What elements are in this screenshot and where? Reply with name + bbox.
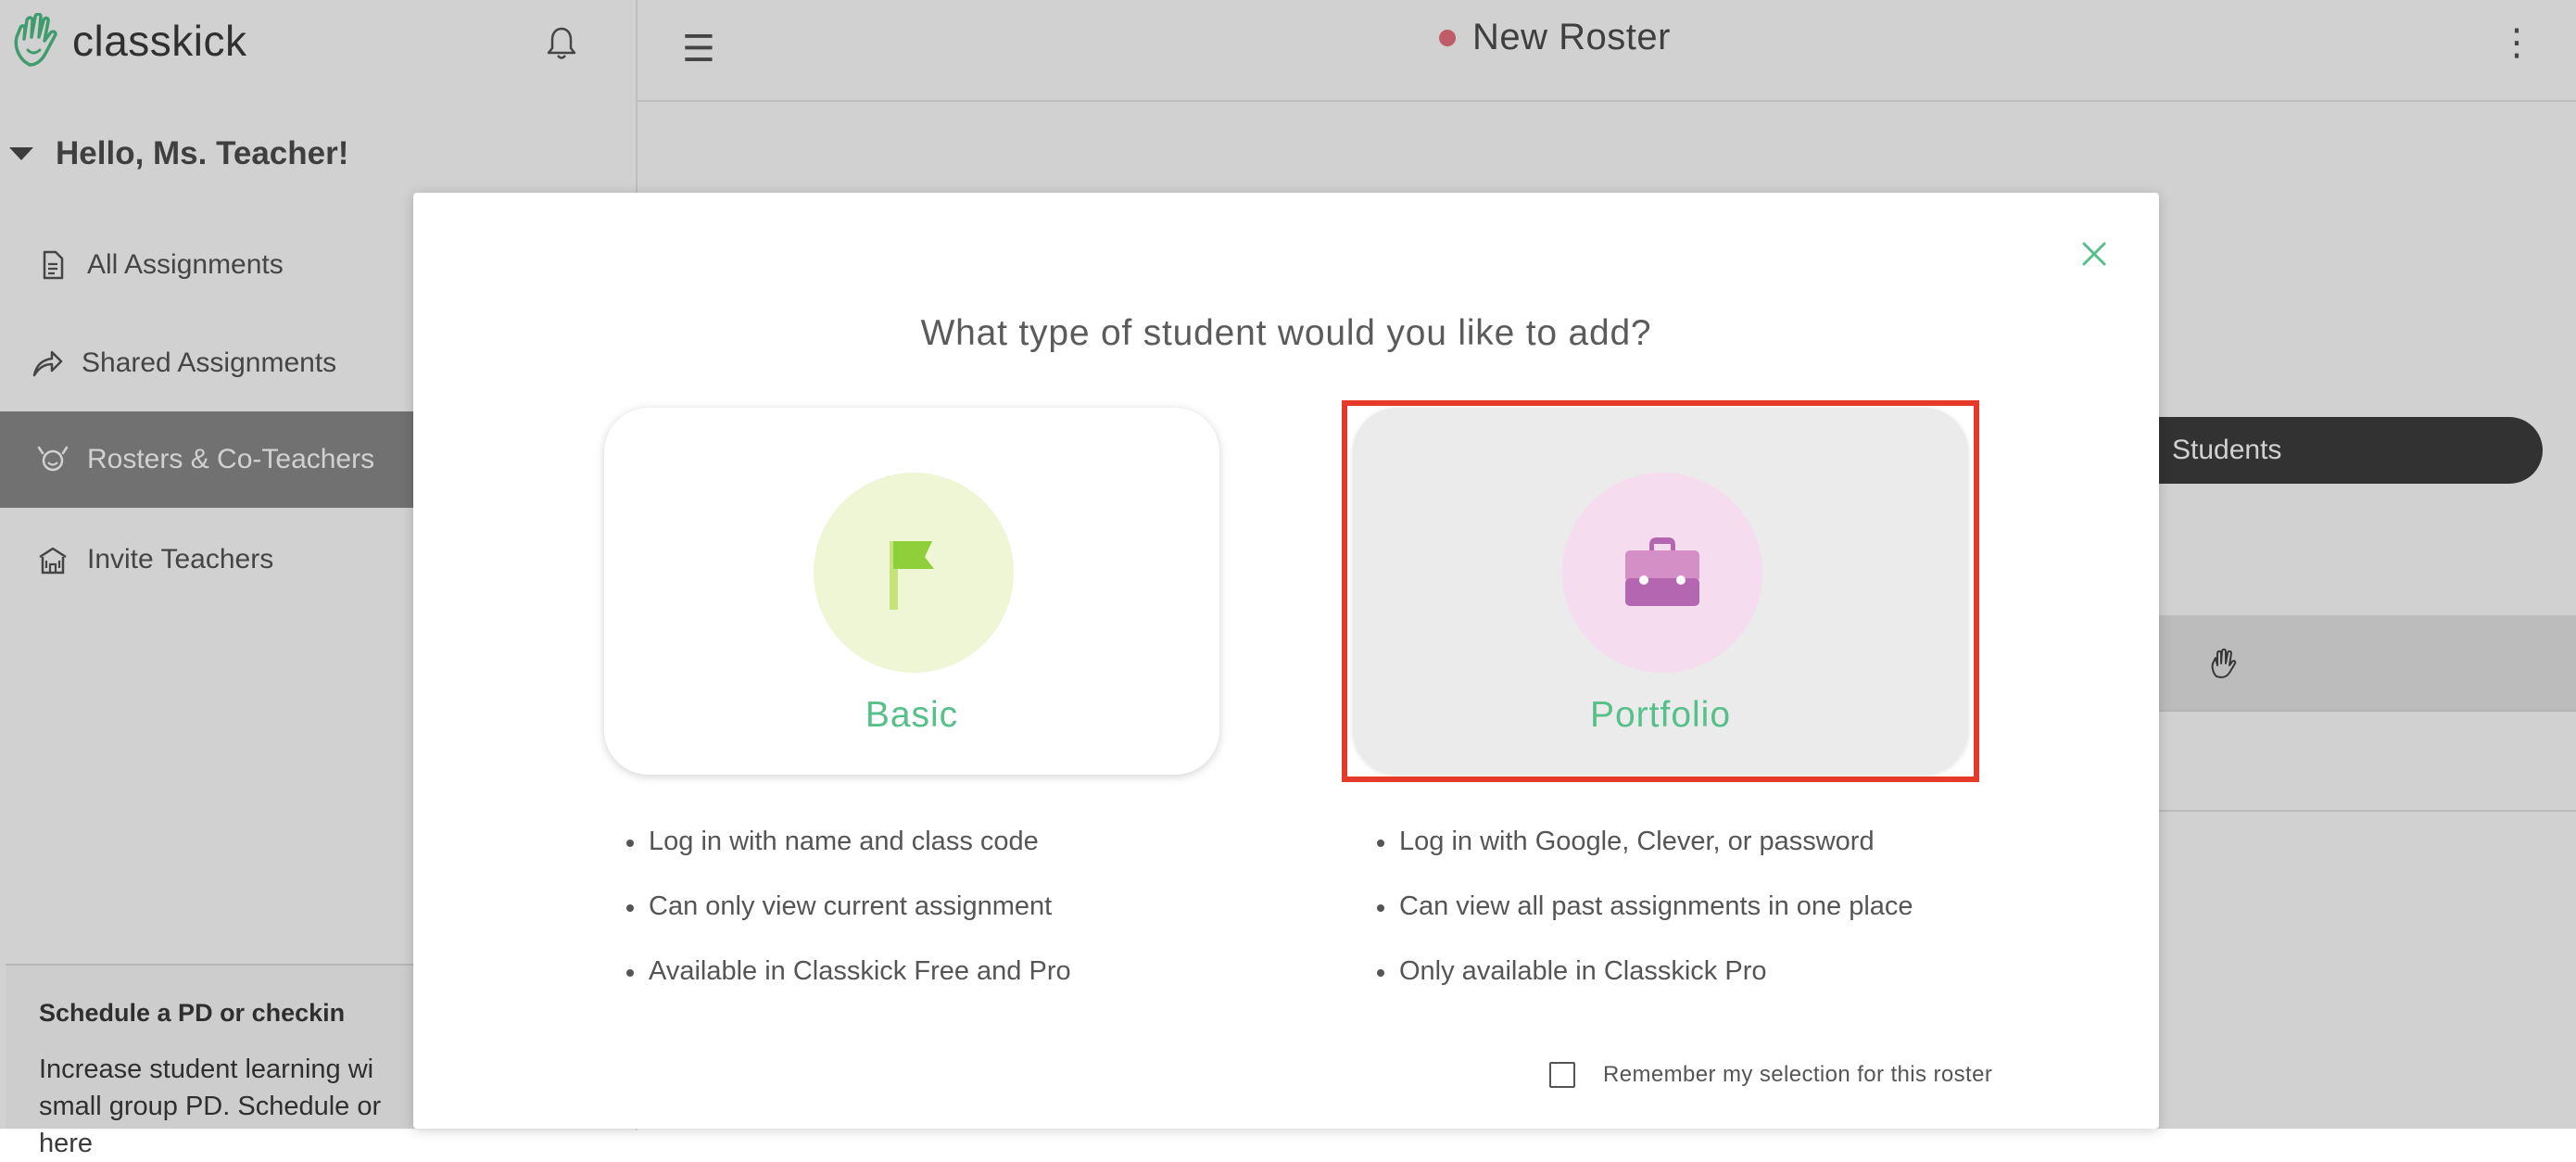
list-item: Available in Classkick Free and Pro xyxy=(626,956,1071,1021)
remember-label: Remember my selection for this roster xyxy=(1603,1062,1993,1087)
remember-checkbox[interactable] xyxy=(1549,1062,1575,1088)
basic-option-label: Basic xyxy=(865,695,959,735)
list-item: Can view all past assignments in one pla… xyxy=(1377,891,1913,956)
portfolio-highlight-box xyxy=(1342,400,1979,782)
flag-icon xyxy=(890,541,934,610)
portfolio-feature-list: Log in with Google, Clever, or password … xyxy=(1377,827,1913,1021)
add-student-type-modal: What type of student would you like to a… xyxy=(413,193,2159,1129)
list-item: Can only view current assignment xyxy=(626,891,1071,956)
list-item: Log in with name and class code xyxy=(626,827,1071,891)
modal-title: What type of student would you like to a… xyxy=(920,313,1652,353)
remember-selection-row[interactable]: Remember my selection for this roster xyxy=(1549,1062,1992,1088)
basic-feature-list: Log in with name and class code Can only… xyxy=(626,827,1071,1021)
list-item: Log in with Google, Clever, or password xyxy=(1377,827,1913,891)
close-icon[interactable] xyxy=(2079,239,2109,269)
basic-option-card[interactable]: Basic xyxy=(604,408,1219,775)
basic-icon-circle xyxy=(814,473,1014,673)
list-item: Only available in Classkick Pro xyxy=(1377,956,1913,1021)
